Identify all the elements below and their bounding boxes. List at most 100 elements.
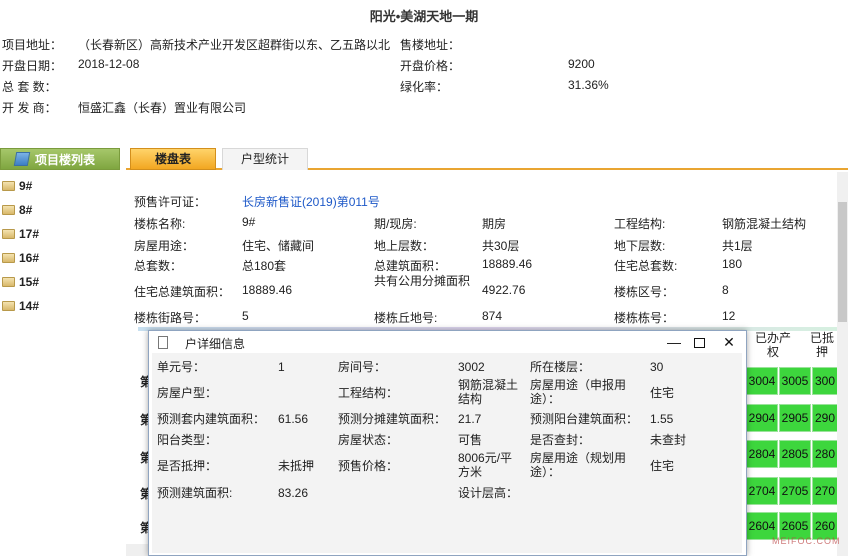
- hill-label: 楼栋丘地号:: [374, 311, 438, 325]
- sidebar-item-building[interactable]: 15#: [0, 270, 120, 294]
- usage-plan-label: 房屋用途（规划用途）：: [530, 451, 627, 479]
- folder-icon: [2, 205, 15, 215]
- building-name-label: 楼栋名称:: [134, 217, 186, 231]
- zone-label: 楼栋区号：: [614, 285, 675, 299]
- sealed-label: 是否查封：: [530, 433, 591, 447]
- room-no-value: 3002: [458, 360, 485, 374]
- house-type-label: 房屋户型：: [157, 386, 218, 400]
- usage-apply-label: 房屋用途（申报用途）：: [530, 378, 627, 406]
- sidebar-item-building[interactable]: 9#: [0, 174, 120, 198]
- header-certified: 已办产权: [754, 331, 791, 359]
- watermark-url: MEIFOC.COM: [772, 536, 841, 546]
- vertical-scrollbar[interactable]: [837, 172, 848, 556]
- res-units-label: 住宅总套数:: [614, 259, 678, 273]
- building-label: 9#: [19, 179, 33, 193]
- document-icon: [158, 336, 168, 349]
- total-units-label: 总套数：: [134, 259, 183, 273]
- tab-unit-type-stats[interactable]: 户型统计: [222, 148, 308, 170]
- unit-cell[interactable]: 300: [812, 367, 838, 395]
- maximize-button[interactable]: [686, 333, 712, 351]
- phase-label: 期/现房:: [374, 217, 417, 231]
- usage-plan-value: 住宅: [650, 459, 675, 473]
- mortgage-value: 未抵押: [278, 459, 315, 473]
- total-area-value: 18889.46: [482, 257, 533, 271]
- building-label: 14#: [19, 299, 40, 313]
- dialog-title: 户详细信息: [185, 337, 246, 351]
- open-price-label: 开盘价格：: [400, 59, 461, 73]
- folder-icon: [2, 277, 15, 287]
- floor-label: 所在楼层：: [530, 360, 591, 374]
- unit-cell[interactable]: 280: [812, 440, 838, 468]
- header-mortgaged: 已抵押: [809, 331, 834, 359]
- shared-area-value: 4922.76: [482, 283, 526, 297]
- design-height-label: 设计层高：: [458, 486, 519, 500]
- folder-icon: [2, 229, 15, 239]
- permit-label: 预售许可证：: [134, 195, 207, 209]
- green-ratio-label: 绿化率：: [400, 80, 449, 94]
- sales-address-label: 售楼地址：: [400, 38, 461, 52]
- usage-value: 住宅、储藏间: [242, 239, 315, 253]
- status-value: 可售: [458, 433, 483, 447]
- tab-building-table[interactable]: 楼盘表: [130, 148, 216, 170]
- unit-no-label: 单元号：: [157, 360, 206, 374]
- unit-cell[interactable]: 2905: [779, 404, 811, 432]
- above-floors-value: 共30层: [482, 239, 520, 253]
- unit-cell[interactable]: 2805: [779, 440, 811, 468]
- total-units-value: 总180套: [242, 259, 287, 273]
- zone-value: 8: [722, 283, 729, 297]
- unit-cell[interactable]: 2804: [746, 440, 778, 468]
- minimize-button[interactable]: —: [661, 333, 687, 351]
- dialog-titlebar[interactable]: 户详细信息 — ✕: [149, 331, 746, 353]
- folder-icon: [2, 253, 15, 263]
- mortgage-label: 是否抵押：: [157, 459, 218, 473]
- unit-cell[interactable]: 290: [812, 404, 838, 432]
- floor-value: 30: [650, 360, 664, 374]
- street-label: 楼栋街路号：: [134, 311, 207, 325]
- address-value: （长春新区）高新技术产业开发区超群街以东、乙五路以北: [78, 38, 391, 52]
- shared-area-label: 预测分摊建筑面积：: [338, 412, 447, 426]
- below-floors-value: 共1层: [722, 239, 753, 253]
- pred-area-label: 预测建筑面积:: [157, 486, 233, 500]
- building-list-title: 项目楼列表: [35, 152, 96, 167]
- building-label: 17#: [19, 227, 40, 241]
- sidebar-item-building[interactable]: 14#: [0, 294, 120, 318]
- open-date-label: 开盘日期：: [2, 59, 63, 73]
- sidebar-item-building[interactable]: 17#: [0, 222, 120, 246]
- building-label: 16#: [19, 251, 40, 265]
- sidebar-item-building[interactable]: 16#: [0, 246, 120, 270]
- shared-area-label: 共有公用分摊面积: [374, 274, 471, 288]
- building-no-value: 12: [722, 309, 736, 323]
- address-label: 项目地址：: [2, 38, 63, 52]
- balcony-area-label: 预测阳台建筑面积：: [530, 412, 639, 426]
- structure-label: 工程结构:: [614, 217, 666, 231]
- status-label: 房屋状态：: [338, 433, 399, 447]
- inner-area-value: 61.56: [278, 412, 309, 426]
- pred-area-value: 83.26: [278, 486, 309, 500]
- permit-link[interactable]: 长房新售证(2019)第011号: [242, 193, 380, 210]
- sealed-value: 未查封: [650, 433, 687, 447]
- phase-value: 期房: [482, 217, 507, 231]
- dialog-body: 单元号： 1 房间号： 3002 所在楼层： 30 房屋户型： 工程结构： 钢筋…: [152, 353, 742, 553]
- res-units-value: 180: [722, 257, 743, 271]
- structure-value: 钢筋混凝土结构: [722, 217, 807, 231]
- room-no-label: 房间号：: [338, 360, 387, 374]
- unit-cell[interactable]: 2904: [746, 404, 778, 432]
- usage-label: 房屋用途：: [134, 239, 195, 253]
- horizontal-scrollbar[interactable]: [126, 544, 150, 556]
- unit-cell[interactable]: 3004: [746, 367, 778, 395]
- building-list-sidebar: 项目楼列表 9# 8# 17# 16# 15# 14#: [0, 148, 120, 556]
- total-units-label: 总 套 数：: [2, 80, 57, 94]
- usage-apply-value: 住宅: [650, 386, 675, 400]
- scrollbar-thumb[interactable]: [838, 202, 847, 322]
- structure-value: 钢筋混凝土结构: [458, 378, 519, 406]
- green-ratio-value: 31.36%: [568, 78, 609, 92]
- building-label: 15#: [19, 275, 40, 289]
- below-floors-label: 地下层数:: [614, 239, 666, 253]
- structure-label: 工程结构：: [338, 386, 399, 400]
- balcony-type-label: 阳台类型：: [157, 433, 218, 447]
- close-button[interactable]: ✕: [716, 333, 742, 351]
- sidebar-item-building[interactable]: 8#: [0, 198, 120, 222]
- unit-cell[interactable]: 3005: [779, 367, 811, 395]
- unit-detail-dialog: 户详细信息 — ✕ 单元号： 1 房间号： 3002 所在楼层： 30 房屋户型…: [148, 330, 747, 556]
- building-name-value: 9#: [242, 215, 256, 229]
